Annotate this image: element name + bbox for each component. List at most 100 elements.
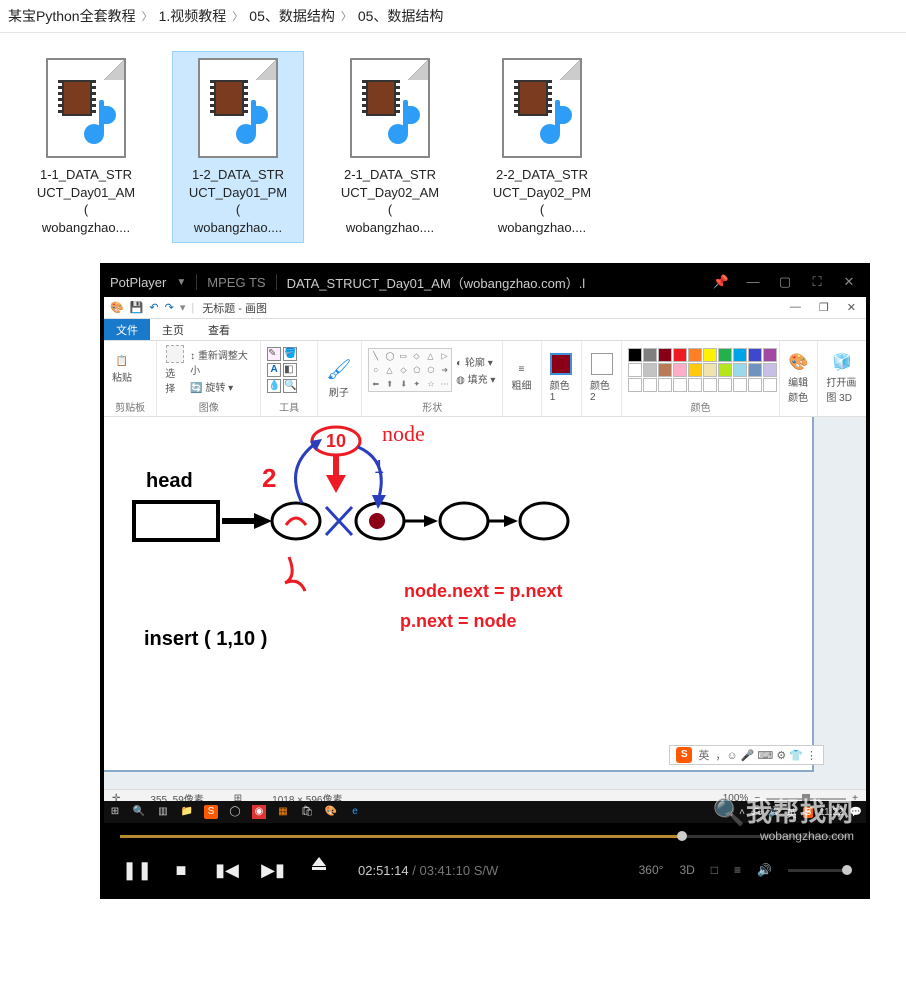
- clock[interactable]: 11:22: [819, 807, 843, 818]
- shape-outline-button[interactable]: ◐ 轮廓 ▾: [456, 354, 495, 369]
- thickness-button[interactable]: ≡粗细: [509, 363, 533, 393]
- breadcrumb-item[interactable]: 某宝Python全套教程: [8, 6, 136, 26]
- paint-canvas[interactable]: head: [104, 417, 866, 807]
- palette-color[interactable]: [718, 363, 732, 377]
- shapes-gallery[interactable]: ╲◯▭◇△▷ ○△◇⬠⬡➔ ⬅⬆⬇✦☆⋯: [368, 348, 452, 392]
- pin-icon[interactable]: 📌: [710, 271, 732, 293]
- quick-access-toolbar[interactable]: 🎨 💾 ↶ ↷ ▾: [104, 301, 191, 314]
- redo-icon[interactable]: ↷: [165, 301, 174, 314]
- palette-color[interactable]: [763, 363, 777, 377]
- open-file-button[interactable]: [306, 857, 332, 883]
- palette-color[interactable]: [658, 348, 672, 362]
- zoom-slider[interactable]: [766, 798, 846, 800]
- sogou-tray-icon[interactable]: S: [803, 807, 814, 818]
- search-icon[interactable]: 🔍: [132, 805, 146, 819]
- stop-button[interactable]: ■: [168, 857, 194, 883]
- pause-button[interactable]: ❚❚: [122, 857, 148, 883]
- palette-color[interactable]: [658, 378, 672, 392]
- palette-color[interactable]: [718, 348, 732, 362]
- breadcrumb-item[interactable]: 1.视频教程: [159, 6, 227, 26]
- palette-color[interactable]: [703, 363, 717, 377]
- ime-extras[interactable]: ，☺ 🎤 ⌨ ⚙ 👕 ⋮: [715, 747, 817, 763]
- taskview-icon[interactable]: ▥: [156, 805, 170, 819]
- brushes-button[interactable]: 🖌刷子: [324, 356, 353, 400]
- notifications-icon[interactable]: 💬: [850, 807, 862, 818]
- file-item[interactable]: 2-1_DATA_STRUCT_Day02_AM(wobangzhao....: [324, 51, 456, 243]
- start-icon[interactable]: ⊞: [108, 805, 122, 819]
- palette-color[interactable]: [643, 363, 657, 377]
- seek-thumb[interactable]: [677, 831, 687, 841]
- maximize-icon[interactable]: ▢: [774, 271, 796, 293]
- save-icon[interactable]: 💾: [130, 301, 144, 314]
- close-icon[interactable]: ✕: [838, 271, 860, 293]
- palette-color[interactable]: [643, 348, 657, 362]
- palette-color[interactable]: [748, 348, 762, 362]
- palette-color[interactable]: [763, 348, 777, 362]
- text-icon[interactable]: A: [267, 363, 281, 377]
- palette-color[interactable]: [703, 348, 717, 362]
- playlist-button[interactable]: ≡: [734, 863, 741, 877]
- file-item[interactable]: 1-2_DATA_STRUCT_Day01_PM(wobangzhao....: [172, 51, 304, 243]
- paint-icon[interactable]: 🎨: [324, 805, 338, 819]
- color2-button[interactable]: 颜色 2: [588, 352, 615, 404]
- app-icon[interactable]: ▦: [276, 805, 290, 819]
- chrome-icon[interactable]: ◯: [228, 805, 242, 819]
- palette-color[interactable]: [733, 363, 747, 377]
- file-item[interactable]: 1-1_DATA_STRUCT_Day01_AM(wobangzhao....: [20, 51, 152, 243]
- palette-color[interactable]: [763, 378, 777, 392]
- tools-grid[interactable]: ✎ 🪣 A ◧ 💧 🔍: [267, 347, 297, 393]
- palette-color[interactable]: [733, 378, 747, 392]
- resize-button[interactable]: ↕ 重新调整大小: [190, 347, 254, 377]
- volume-slider[interactable]: [788, 869, 848, 872]
- player-titlebar[interactable]: PotPlayer ▼ MPEG TS DATA_STRUCT_Day01_AM…: [104, 267, 866, 297]
- palette-color[interactable]: [658, 363, 672, 377]
- color1-button[interactable]: 颜色 1: [548, 352, 575, 404]
- palette-color[interactable]: [673, 378, 687, 392]
- eyedropper-icon[interactable]: 💧: [267, 379, 281, 393]
- volume-icon[interactable]: 🔊: [768, 807, 780, 818]
- 3d-button[interactable]: 3D: [679, 863, 694, 877]
- subtitle-button[interactable]: □: [711, 863, 718, 877]
- palette-color[interactable]: [688, 363, 702, 377]
- palette-color[interactable]: [703, 378, 717, 392]
- store-icon[interactable]: 🛍: [300, 805, 314, 819]
- select-button[interactable]: 选择: [163, 344, 186, 396]
- breadcrumb[interactable]: 某宝Python全套教程〉 1.视频教程〉 05、数据结构〉 05、数据结构: [0, 0, 906, 33]
- file-item[interactable]: 2-2_DATA_STRUCT_Day02_PM(wobangzhao....: [476, 51, 608, 243]
- edge-icon[interactable]: e: [348, 805, 362, 819]
- next-button[interactable]: ▶▮: [260, 857, 286, 883]
- maximize-icon[interactable]: ❐: [819, 301, 829, 314]
- sogou-icon[interactable]: S: [204, 805, 218, 819]
- app-icon[interactable]: ◉: [252, 805, 266, 819]
- paint-page[interactable]: head: [104, 417, 814, 772]
- explorer-icon[interactable]: 📁: [180, 805, 194, 819]
- breadcrumb-item[interactable]: 05、数据结构: [249, 6, 335, 26]
- undo-icon[interactable]: ↶: [149, 301, 158, 314]
- minimize-icon[interactable]: —: [742, 271, 764, 293]
- color-palette[interactable]: [628, 348, 777, 392]
- palette-color[interactable]: [673, 348, 687, 362]
- qat-more-icon[interactable]: ▾: [180, 301, 186, 314]
- tray-chevron-icon[interactable]: ˄: [739, 807, 745, 818]
- rotate-button[interactable]: 🔄 旋转 ▾: [190, 379, 254, 394]
- video-area[interactable]: 🎨 💾 ↶ ↷ ▾ | 无标题 - 画图 — ❐ ✕ 文件 主页 查看 📋粘贴 …: [104, 297, 866, 827]
- palette-color[interactable]: [643, 378, 657, 392]
- prev-button[interactable]: ▮◀: [214, 857, 240, 883]
- pencil-icon[interactable]: ✎: [267, 347, 281, 361]
- edit-colors-button[interactable]: 🎨编辑颜色: [786, 351, 811, 405]
- tab-view[interactable]: 查看: [196, 319, 242, 340]
- palette-color[interactable]: [733, 348, 747, 362]
- palette-color[interactable]: [628, 348, 642, 362]
- open-3d-button[interactable]: 🧊打开画图 3D: [824, 351, 860, 405]
- paste-button[interactable]: 📋粘贴: [110, 355, 134, 385]
- close-icon[interactable]: ✕: [847, 301, 856, 314]
- tab-home[interactable]: 主页: [150, 319, 196, 340]
- 360-button[interactable]: 360°: [639, 863, 664, 877]
- fullscreen-icon[interactable]: ⛶: [806, 271, 828, 293]
- palette-color[interactable]: [748, 363, 762, 377]
- palette-color[interactable]: [688, 378, 702, 392]
- ime-lang[interactable]: 英: [698, 747, 709, 763]
- ime-toolbar[interactable]: S 英 ，☺ 🎤 ⌨ ⚙ 👕 ⋮: [669, 745, 824, 765]
- volume-icon[interactable]: 🔊: [757, 863, 772, 877]
- palette-color[interactable]: [628, 378, 642, 392]
